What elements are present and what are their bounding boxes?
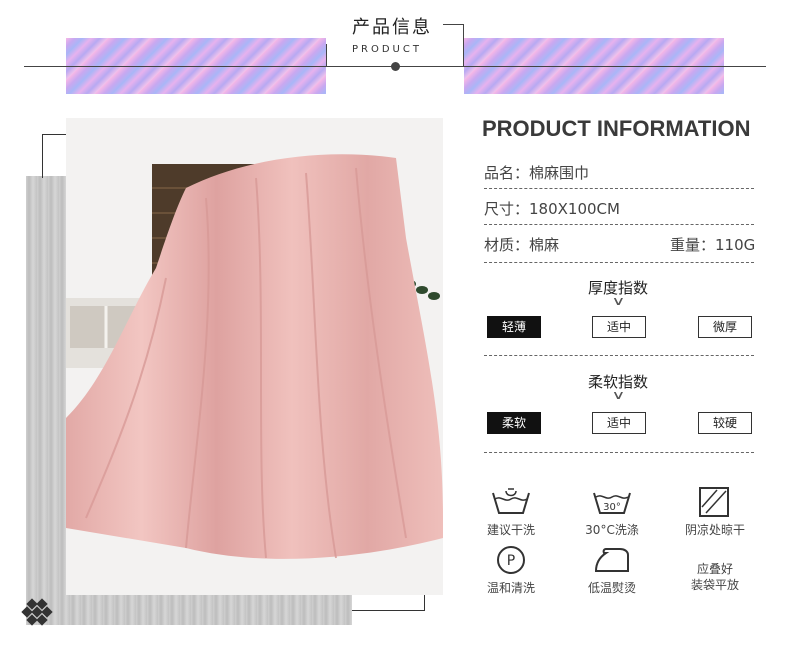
chevron-down-icon: ∨ [611, 388, 626, 402]
care-item-wash-30: 30° 30°C洗涤 [567, 487, 657, 538]
care-item-fold-flat: 应叠好 装袋平放 [690, 562, 739, 592]
thickness-option-light[interactable]: 轻薄 [487, 316, 541, 338]
thickness-option-thick[interactable]: 微厚 [698, 316, 752, 338]
info-heading: PRODUCT INFORMATION [482, 116, 751, 141]
product-weight: 重量：110G [670, 236, 756, 254]
title-box-border-left [326, 44, 327, 66]
svg-text:30°: 30° [603, 502, 621, 513]
photo-frame-line [352, 610, 425, 611]
wash-30-icon: 30° [593, 492, 631, 514]
care-item-dry-clean: 建议干洗 [466, 487, 556, 538]
shade-dry-icon [699, 487, 729, 517]
svg-text:P: P [507, 553, 515, 569]
care-label: 阴凉处晾干 [684, 523, 745, 537]
dashed-divider [484, 452, 754, 453]
dashed-divider [484, 188, 754, 189]
care-label: 低温熨烫 [587, 581, 636, 595]
care-label: 温和清洗 [486, 581, 535, 595]
section-subtitle: PRODUCT [352, 44, 422, 55]
care-item-shade-dry: 阴凉处晾干 [670, 487, 760, 538]
dashed-divider [484, 224, 754, 225]
photo-frame-line [42, 134, 66, 135]
thickness-option-medium[interactable]: 适中 [592, 316, 646, 338]
dashed-divider [484, 355, 754, 356]
section-title: 产品信息 [352, 17, 432, 38]
product-photo [66, 118, 443, 595]
professional-clean-icon: P [497, 546, 525, 574]
header-dot [391, 62, 400, 71]
care-label: 建议干洗 [486, 523, 535, 537]
softness-option-soft[interactable]: 柔软 [487, 412, 541, 434]
product-size: 尺寸：180X100CM [484, 200, 620, 218]
low-iron-icon [594, 548, 629, 572]
handwash-icon [492, 488, 530, 514]
photo-frame-line [424, 595, 425, 611]
care-label: 30°C洗涤 [585, 523, 639, 537]
softness-option-hard[interactable]: 较硬 [698, 412, 752, 434]
title-box-border-right [463, 24, 464, 66]
care-item-low-iron: 低温熨烫 [567, 545, 657, 596]
chevron-down-icon: ∨ [611, 294, 626, 308]
softness-option-medium[interactable]: 适中 [592, 412, 646, 434]
title-box-border-top [443, 24, 464, 25]
product-name: 品名：棉麻围巾 [484, 164, 590, 182]
care-item-gentle-clean: P 温和清洗 [466, 545, 556, 596]
dashed-divider [484, 262, 754, 263]
photo-frame-line [42, 134, 43, 178]
product-material: 材质：棉麻 [484, 236, 560, 254]
